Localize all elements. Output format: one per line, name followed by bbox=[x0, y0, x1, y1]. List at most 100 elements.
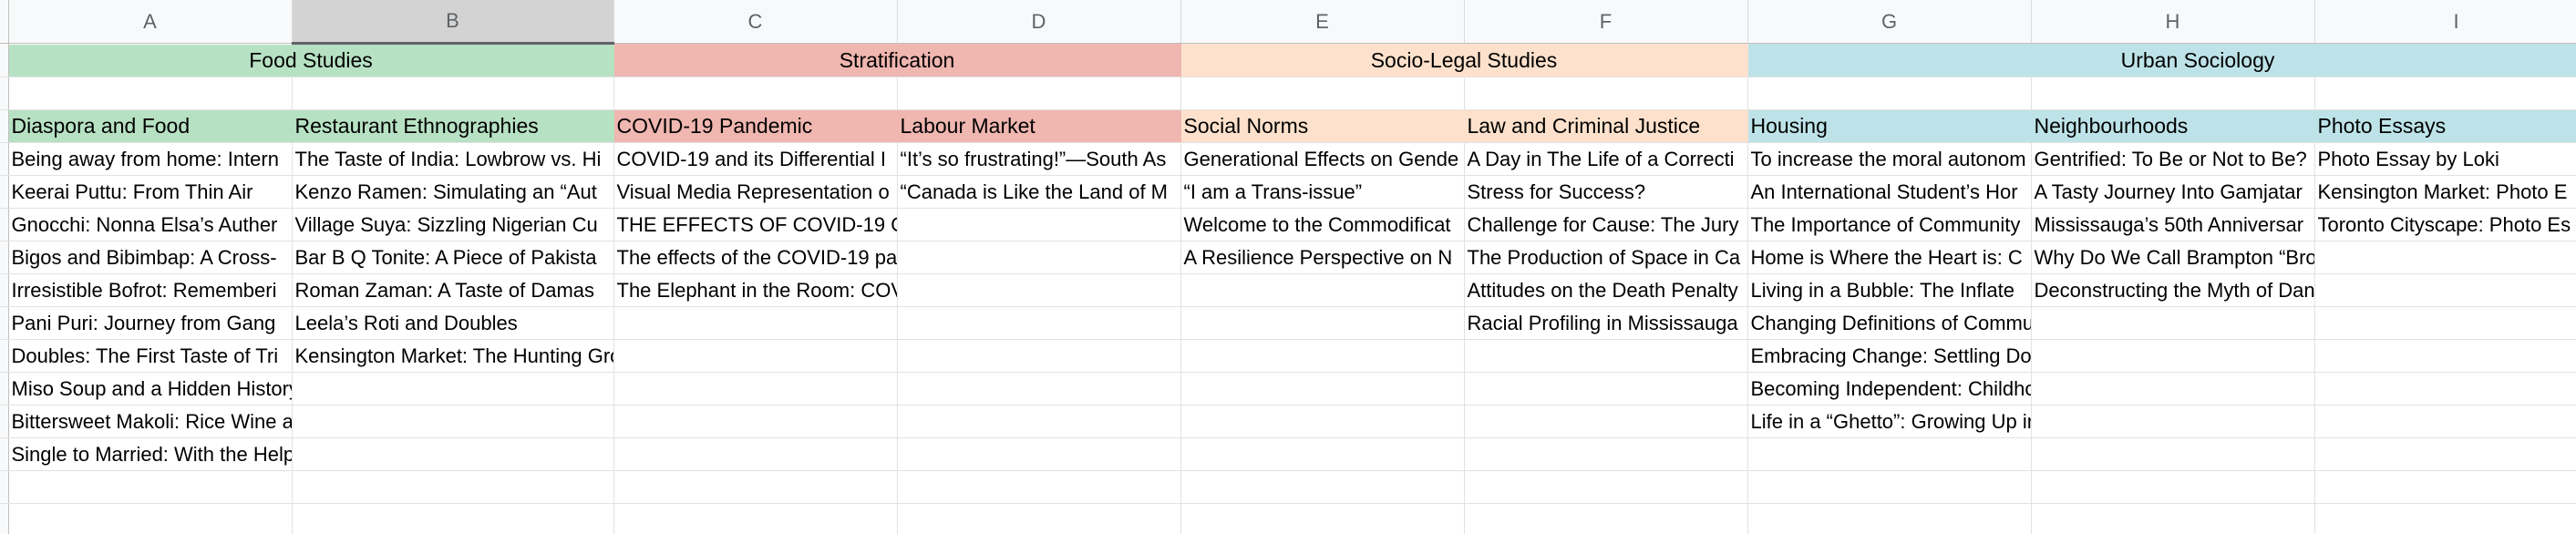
cell[interactable] bbox=[292, 372, 614, 406]
column-header-c[interactable]: C bbox=[613, 0, 898, 44]
cell[interactable]: A Tasty Journey Into Gamjatar bbox=[2031, 175, 2315, 209]
cell[interactable]: Welcome to the Commodificat bbox=[1180, 208, 1465, 241]
row-header[interactable] bbox=[0, 437, 9, 471]
cell[interactable] bbox=[8, 77, 293, 110]
row-header[interactable] bbox=[0, 306, 9, 340]
cell[interactable] bbox=[897, 405, 1181, 438]
column-header-i[interactable]: I bbox=[2314, 0, 2576, 44]
cell[interactable]: Bar B Q Tonite: A Piece of Pakista bbox=[292, 241, 614, 274]
row-header[interactable] bbox=[0, 339, 9, 373]
cell[interactable] bbox=[2031, 372, 2315, 406]
cell[interactable]: Roman Zaman: A Taste of Damas bbox=[292, 273, 614, 307]
cell[interactable] bbox=[8, 470, 293, 504]
cell[interactable] bbox=[1180, 372, 1465, 406]
cell[interactable]: Attitudes on the Death Penalty bbox=[1464, 273, 1748, 307]
category-socio-legal-studies[interactable]: Socio-Legal Studies bbox=[1180, 43, 1748, 77]
subheader-restaurant-ethnographies[interactable]: Restaurant Ethnographies bbox=[292, 109, 614, 143]
cell[interactable]: Racial Profiling in Mississauga bbox=[1464, 306, 1748, 340]
cell[interactable] bbox=[1180, 470, 1465, 504]
cell[interactable]: Living in a Bubble: The Inflate bbox=[1747, 273, 2032, 307]
cell[interactable]: Pani Puri: Journey from Gang bbox=[8, 306, 293, 340]
category-urban-sociology[interactable]: Urban Sociology bbox=[1747, 43, 2576, 77]
cell[interactable] bbox=[2031, 437, 2315, 471]
cell[interactable] bbox=[1180, 273, 1465, 307]
cell[interactable]: Irresistible Bofrot: Rememberi bbox=[8, 273, 293, 307]
cell[interactable]: Gentrified: To Be or Not to Be? bbox=[2031, 142, 2315, 176]
cell[interactable] bbox=[292, 503, 614, 534]
cell[interactable] bbox=[897, 241, 1181, 274]
cell[interactable]: “Canada is Like the Land of M bbox=[897, 175, 1181, 209]
cell[interactable]: Generational Effects on Gende bbox=[1180, 142, 1465, 176]
cell[interactable]: Changing Definitions of Community: Movin… bbox=[1747, 306, 2032, 340]
cell[interactable] bbox=[2031, 306, 2315, 340]
cell[interactable]: Kensington Market: The Hunting Grounds f… bbox=[292, 339, 614, 373]
column-header-f[interactable]: F bbox=[1464, 0, 1748, 44]
cell[interactable]: Bittersweet Makoli: Rice Wine and the Me… bbox=[8, 405, 293, 438]
cell[interactable] bbox=[1747, 77, 2032, 110]
cell[interactable] bbox=[292, 77, 614, 110]
cell[interactable] bbox=[1747, 437, 2032, 471]
cell[interactable] bbox=[2031, 77, 2315, 110]
select-all-corner[interactable] bbox=[0, 0, 9, 44]
cell[interactable] bbox=[897, 372, 1181, 406]
cell[interactable] bbox=[8, 503, 293, 534]
subheader-labour-market[interactable]: Labour Market bbox=[897, 109, 1181, 143]
cell[interactable]: Gnocchi: Nonna Elsa’s Auther bbox=[8, 208, 293, 241]
cell[interactable] bbox=[613, 405, 898, 438]
cell[interactable]: Challenge for Cause: The Jury bbox=[1464, 208, 1748, 241]
cell[interactable] bbox=[897, 77, 1181, 110]
cell[interactable] bbox=[613, 437, 898, 471]
cell[interactable] bbox=[2314, 503, 2576, 534]
cell[interactable] bbox=[2314, 273, 2576, 307]
cell[interactable]: “I am a Trans-issue” bbox=[1180, 175, 1465, 209]
cell[interactable]: To increase the moral autonom bbox=[1747, 142, 2032, 176]
cell[interactable] bbox=[2314, 437, 2576, 471]
cell[interactable]: Village Suya: Sizzling Nigerian Cu bbox=[292, 208, 614, 241]
cell[interactable] bbox=[1180, 437, 1465, 471]
subheader-diaspora-and-food[interactable]: Diaspora and Food bbox=[8, 109, 293, 143]
cell[interactable] bbox=[897, 339, 1181, 373]
cell[interactable] bbox=[897, 273, 1181, 307]
cell[interactable]: Stress for Success? bbox=[1464, 175, 1748, 209]
cell[interactable] bbox=[2031, 405, 2315, 438]
cell[interactable] bbox=[1180, 306, 1465, 340]
spreadsheet-grid[interactable]: A B C D E F G H I Food Studies Stratific… bbox=[0, 0, 2576, 534]
cell[interactable] bbox=[2314, 372, 2576, 406]
cell[interactable]: Home is Where the Heart is: C bbox=[1747, 241, 2032, 274]
cell[interactable] bbox=[1464, 437, 1748, 471]
cell[interactable] bbox=[2314, 77, 2576, 110]
row-header[interactable] bbox=[0, 372, 9, 406]
row-header[interactable] bbox=[0, 175, 9, 209]
cell[interactable] bbox=[1180, 339, 1465, 373]
cell[interactable] bbox=[2314, 241, 2576, 274]
cell[interactable]: Bigos and Bibimbap: A Cross- bbox=[8, 241, 293, 274]
category-food-studies[interactable]: Food Studies bbox=[8, 43, 614, 77]
cell[interactable]: Toronto Cityscape: Photo Es bbox=[2314, 208, 2576, 241]
column-header-e[interactable]: E bbox=[1180, 0, 1465, 44]
cell[interactable] bbox=[613, 77, 898, 110]
subheader-law-and-criminal-justice[interactable]: Law and Criminal Justice bbox=[1464, 109, 1748, 143]
row-header[interactable] bbox=[0, 77, 9, 110]
cell[interactable]: Deconstructing the Myth of Dangerousness… bbox=[2031, 273, 2315, 307]
cell[interactable] bbox=[2314, 405, 2576, 438]
cell[interactable]: Single to Married: With the Help of Gula… bbox=[8, 437, 293, 471]
row-header[interactable] bbox=[0, 142, 9, 176]
cell[interactable]: Life in a “Ghetto”: Growing Up in Cooksv… bbox=[1747, 405, 2032, 438]
cell[interactable] bbox=[897, 470, 1181, 504]
cell[interactable] bbox=[1464, 405, 1748, 438]
cell[interactable]: Mississauga’s 50th Anniversar bbox=[2031, 208, 2315, 241]
cell[interactable] bbox=[2314, 339, 2576, 373]
cell[interactable] bbox=[613, 372, 898, 406]
cell[interactable] bbox=[2031, 503, 2315, 534]
cell[interactable] bbox=[292, 405, 614, 438]
row-header[interactable] bbox=[0, 503, 9, 534]
row-header[interactable] bbox=[0, 208, 9, 241]
cell[interactable] bbox=[1180, 405, 1465, 438]
cell[interactable] bbox=[897, 503, 1181, 534]
column-header-h[interactable]: H bbox=[2031, 0, 2315, 44]
cell[interactable]: COVID-19 and its Differential I bbox=[613, 142, 898, 176]
cell[interactable] bbox=[2031, 339, 2315, 373]
cell[interactable] bbox=[897, 437, 1181, 471]
cell[interactable]: The Production of Space in Ca bbox=[1464, 241, 1748, 274]
subheader-social-norms[interactable]: Social Norms bbox=[1180, 109, 1465, 143]
